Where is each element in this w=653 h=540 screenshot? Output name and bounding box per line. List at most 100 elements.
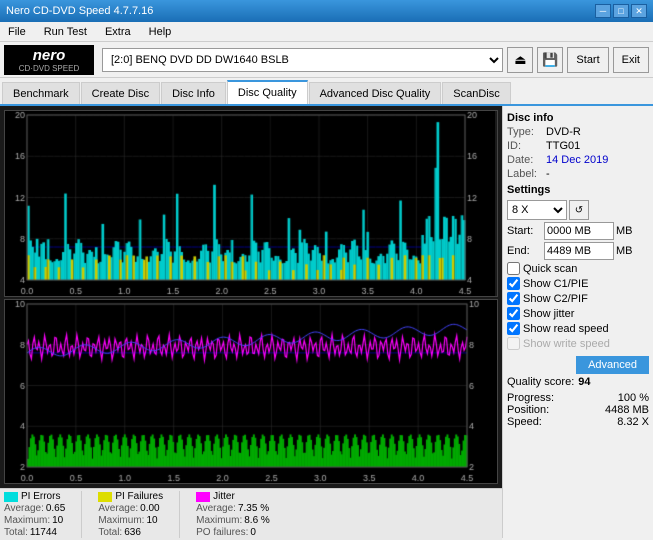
chart-area xyxy=(0,106,502,488)
pi-errors-total-value: 11744 xyxy=(30,527,57,538)
show-jitter-checkbox[interactable] xyxy=(507,307,520,320)
end-row: End: MB xyxy=(507,242,649,260)
quality-score-row: Quality score: 94 xyxy=(507,376,649,388)
jitter-po-value: 0 xyxy=(250,527,256,538)
show-jitter-row: Show jitter xyxy=(507,307,649,320)
disc-date-value: 14 Dec 2019 xyxy=(546,154,608,166)
show-c1pie-label: Show C1/PIE xyxy=(523,278,588,290)
quick-scan-label: Quick scan xyxy=(523,263,577,275)
tab-benchmark[interactable]: Benchmark xyxy=(2,82,80,104)
jitter-max-value: 8.6 % xyxy=(244,515,270,526)
jitter-avg-value: 7.35 % xyxy=(238,503,269,514)
speed-row: 8 X ↺ xyxy=(507,200,649,220)
end-input[interactable] xyxy=(544,242,614,260)
main-content: PI Errors Average: 0.65 Maximum: 10 Tota… xyxy=(0,106,653,538)
disc-type-value: DVD-R xyxy=(546,126,581,138)
legend-area: PI Errors Average: 0.65 Maximum: 10 Tota… xyxy=(0,488,502,540)
show-c1pie-row: Show C1/PIE xyxy=(507,277,649,290)
advanced-button[interactable]: Advanced xyxy=(576,356,649,374)
show-read-speed-checkbox[interactable] xyxy=(507,322,520,335)
pi-errors-avg-label: Average: xyxy=(4,503,44,514)
progress-position-row: Position: 4488 MB xyxy=(507,404,649,416)
advanced-btn-container: Advanced xyxy=(507,354,649,374)
disc-info-title: Disc info xyxy=(507,112,649,124)
maximize-button[interactable]: □ xyxy=(613,4,629,18)
bottom-chart xyxy=(5,300,497,483)
tabs-bar: Benchmark Create Disc Disc Info Disc Qua… xyxy=(0,78,653,106)
pi-errors-total-label: Total: xyxy=(4,527,28,538)
show-c2pif-checkbox[interactable] xyxy=(507,292,520,305)
progress-section: Progress: 100 % Position: 4488 MB Speed:… xyxy=(507,392,649,428)
start-button[interactable]: Start xyxy=(567,47,608,73)
progress-position-label: Position: xyxy=(507,404,549,416)
tab-scan-disc[interactable]: ScanDisc xyxy=(442,82,510,104)
progress-speed-label: Speed: xyxy=(507,416,542,428)
eject-icon-btn[interactable]: ⏏ xyxy=(507,47,533,73)
show-jitter-label: Show jitter xyxy=(523,308,574,320)
quick-scan-checkbox[interactable] xyxy=(507,262,520,275)
start-label: Start: xyxy=(507,225,542,237)
disc-id-row: ID: TTG01 xyxy=(507,140,649,152)
tab-advanced-disc-quality[interactable]: Advanced Disc Quality xyxy=(309,82,442,104)
top-chart-container xyxy=(4,110,498,297)
pi-failures-total-label: Total: xyxy=(98,527,122,538)
minimize-button[interactable]: ─ xyxy=(595,4,611,18)
drive-select[interactable]: [2:0] BENQ DVD DD DW1640 BSLB xyxy=(102,48,503,72)
pi-failures-max-label: Maximum: xyxy=(98,515,144,526)
progress-progress-row: Progress: 100 % xyxy=(507,392,649,404)
disc-date-label: Date: xyxy=(507,154,542,166)
speed-select[interactable]: 8 X xyxy=(507,200,567,220)
progress-position-value: 4488 MB xyxy=(605,404,649,416)
pi-errors-max-value: 10 xyxy=(52,515,63,526)
tab-disc-quality[interactable]: Disc Quality xyxy=(227,80,308,104)
quality-score-value: 94 xyxy=(578,376,590,388)
menu-extra[interactable]: Extra xyxy=(101,26,135,38)
menu-file[interactable]: File xyxy=(4,26,30,38)
show-read-speed-label: Show read speed xyxy=(523,323,609,335)
pi-failures-max-value: 10 xyxy=(146,515,157,526)
pi-errors-color xyxy=(4,492,18,502)
show-write-speed-checkbox[interactable] xyxy=(507,337,520,350)
jitter-label: Jitter xyxy=(213,491,235,502)
bottom-chart-container xyxy=(4,299,498,484)
show-read-speed-row: Show read speed xyxy=(507,322,649,335)
exit-button[interactable]: Exit xyxy=(613,47,649,73)
pi-failures-label: PI Failures xyxy=(115,491,163,502)
start-input[interactable] xyxy=(544,222,614,240)
progress-speed-value: 8.32 X xyxy=(617,416,649,428)
jitter-po-label: PO failures: xyxy=(196,527,248,538)
settings-title: Settings xyxy=(507,184,649,196)
disc-id-label: ID: xyxy=(507,140,542,152)
title-bar: Nero CD-DVD Speed 4.7.7.16 ─ □ ✕ xyxy=(0,0,653,22)
show-write-speed-row: Show write speed xyxy=(507,337,649,350)
end-label: End: xyxy=(507,245,542,257)
tab-create-disc[interactable]: Create Disc xyxy=(81,82,160,104)
pi-errors-label: PI Errors xyxy=(21,491,60,502)
show-c2pif-label: Show C2/PIF xyxy=(523,293,588,305)
save-icon-btn[interactable]: 💾 xyxy=(537,47,563,73)
jitter-color xyxy=(196,492,210,502)
show-c2pif-row: Show C2/PIF xyxy=(507,292,649,305)
pi-failures-avg-label: Average: xyxy=(98,503,138,514)
title-bar-title: Nero CD-DVD Speed 4.7.7.16 xyxy=(6,5,153,17)
close-button[interactable]: ✕ xyxy=(631,4,647,18)
tab-disc-info[interactable]: Disc Info xyxy=(161,82,226,104)
pi-failures-avg-value: 0.00 xyxy=(140,503,159,514)
quick-scan-row: Quick scan xyxy=(507,262,649,275)
disc-date-row: Date: 14 Dec 2019 xyxy=(507,154,649,166)
quality-score-label: Quality score: xyxy=(507,376,574,388)
disc-label-row: Label: - xyxy=(507,168,649,180)
legend-divider-1 xyxy=(81,491,82,538)
pi-failures-color xyxy=(98,492,112,502)
menu-help[interactable]: Help xyxy=(145,26,176,38)
right-panel: Disc info Type: DVD-R ID: TTG01 Date: 14… xyxy=(502,106,653,538)
legend-jitter: Jitter Average: 7.35 % Maximum: 8.6 % PO… xyxy=(196,491,270,538)
title-bar-controls: ─ □ ✕ xyxy=(595,4,647,18)
menu-bar: File Run Test Extra Help xyxy=(0,22,653,42)
legend-divider-2 xyxy=(179,491,180,538)
refresh-btn[interactable]: ↺ xyxy=(569,200,589,220)
show-c1pie-checkbox[interactable] xyxy=(507,277,520,290)
menu-run-test[interactable]: Run Test xyxy=(40,26,91,38)
progress-speed-row: Speed: 8.32 X xyxy=(507,416,649,428)
disc-label-value: - xyxy=(546,168,550,180)
